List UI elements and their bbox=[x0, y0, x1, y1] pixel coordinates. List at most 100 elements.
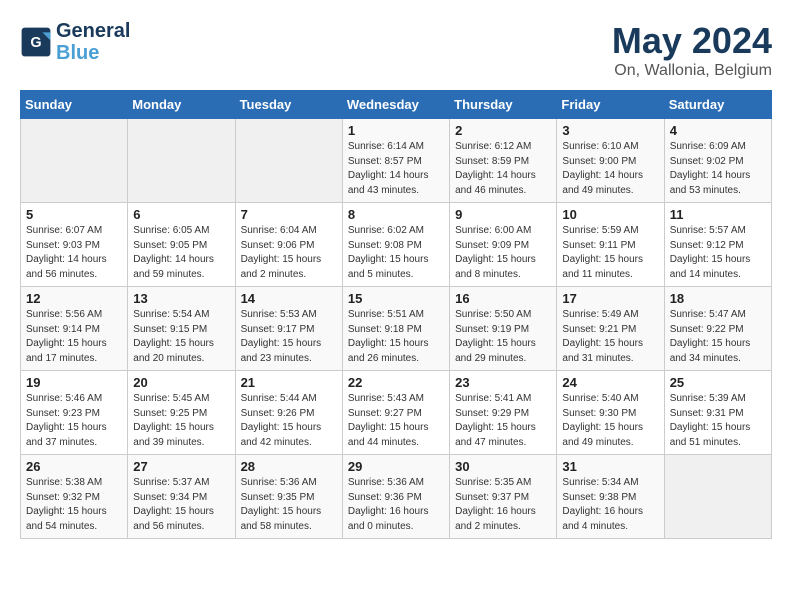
calendar-cell: 29 Sunrise: 5:36 AMSunset: 9:36 PMDayligh… bbox=[342, 455, 449, 539]
day-number: 9 bbox=[455, 207, 551, 222]
calendar-cell: 7Sunrise: 6:04 AMSunset: 9:06 PMDaylight… bbox=[235, 203, 342, 287]
calendar-cell: 5 Sunrise: 6:07 AMSunset: 9:03 PMDaylight… bbox=[21, 203, 128, 287]
day-number: 29 bbox=[348, 459, 444, 474]
day-number: 2 bbox=[455, 123, 551, 138]
day-number: 21 bbox=[241, 375, 337, 390]
day-info: Sunrise: 6:05 AMSunset: 9:05 PMDaylight:… bbox=[133, 224, 229, 282]
weekday-header-monday: Monday bbox=[128, 91, 235, 119]
day-info: Sunrise: 5:36 AMSunset: 9:35 PMDaylight:… bbox=[241, 476, 337, 534]
calendar-cell: 25Sunrise: 5:39 AMSunset: 9:31 PMDayligh… bbox=[664, 371, 771, 455]
day-info: Sunrise: 5:54 AMSunset: 9:15 PMDaylight:… bbox=[133, 308, 229, 366]
day-info: Sunrise: 5:40 AMSunset: 9:30 PMDaylight:… bbox=[562, 392, 658, 450]
day-number: 22 bbox=[348, 375, 444, 390]
calendar-cell: 17Sunrise: 5:49 AMSunset: 9:21 PMDayligh… bbox=[557, 287, 664, 371]
day-number: 25 bbox=[670, 375, 766, 390]
day-info: Sunrise: 6:04 AMSunset: 9:06 PMDaylight:… bbox=[241, 224, 337, 282]
day-number: 24 bbox=[562, 375, 658, 390]
calendar-cell: 24 Sunrise: 5:40 AMSunset: 9:30 PMDayligh… bbox=[557, 371, 664, 455]
calendar-week-row: 5 Sunrise: 6:07 AMSunset: 9:03 PMDaylight… bbox=[21, 203, 772, 287]
logo-icon: G bbox=[20, 26, 52, 58]
calendar-cell: 30Sunrise: 5:35 AMSunset: 9:37 PMDayligh… bbox=[450, 455, 557, 539]
calendar-cell bbox=[21, 119, 128, 203]
calendar-table: SundayMondayTuesdayWednesdayThursdayFrid… bbox=[20, 90, 772, 539]
day-number: 19 bbox=[26, 375, 122, 390]
day-number: 31 bbox=[562, 459, 658, 474]
calendar-week-row: 1 Sunrise: 6:14 AMSunset: 8:57 PMDaylight… bbox=[21, 119, 772, 203]
day-info: Sunrise: 5:35 AMSunset: 9:37 PMDaylight:… bbox=[455, 476, 551, 534]
calendar-cell: 22Sunrise: 5:43 AMSunset: 9:27 PMDayligh… bbox=[342, 371, 449, 455]
weekday-header-row: SundayMondayTuesdayWednesdayThursdayFrid… bbox=[21, 91, 772, 119]
weekday-header-tuesday: Tuesday bbox=[235, 91, 342, 119]
calendar-cell: 26 Sunrise: 5:38 AMSunset: 9:32 PMDayligh… bbox=[21, 455, 128, 539]
day-info: Sunrise: 6:00 AMSunset: 9:09 PMDaylight:… bbox=[455, 224, 551, 282]
day-info: Sunrise: 5:46 AMSunset: 9:23 PMDaylight:… bbox=[26, 392, 122, 450]
calendar-cell bbox=[664, 455, 771, 539]
logo-text: General Blue bbox=[56, 20, 130, 64]
day-info: Sunrise: 6:10 AMSunset: 9:00 PMDaylight:… bbox=[562, 140, 658, 198]
calendar-cell: 2 Sunrise: 6:12 AMSunset: 8:59 PMDaylight… bbox=[450, 119, 557, 203]
day-info: Sunrise: 5:50 AMSunset: 9:19 PMDaylight:… bbox=[455, 308, 551, 366]
calendar-cell: 3 Sunrise: 6:10 AMSunset: 9:00 PMDaylight… bbox=[557, 119, 664, 203]
calendar-cell: 21Sunrise: 5:44 AMSunset: 9:26 PMDayligh… bbox=[235, 371, 342, 455]
calendar-week-row: 12 Sunrise: 5:56 AMSunset: 9:14 PMDayligh… bbox=[21, 287, 772, 371]
day-number: 18 bbox=[670, 291, 766, 306]
day-info: Sunrise: 6:12 AMSunset: 8:59 PMDaylight:… bbox=[455, 140, 551, 198]
day-info: Sunrise: 6:09 AMSunset: 9:02 PMDaylight:… bbox=[670, 140, 766, 198]
calendar-cell bbox=[128, 119, 235, 203]
day-number: 12 bbox=[26, 291, 122, 306]
page-header: G General Blue May 2024 On, Wallonia, Be… bbox=[20, 20, 772, 80]
day-info: Sunrise: 5:56 AMSunset: 9:14 PMDaylight:… bbox=[26, 308, 122, 366]
svg-text:G: G bbox=[30, 35, 41, 51]
calendar-cell: 19 Sunrise: 5:46 AMSunset: 9:23 PMDayligh… bbox=[21, 371, 128, 455]
weekday-header-saturday: Saturday bbox=[664, 91, 771, 119]
day-info: Sunrise: 6:14 AMSunset: 8:57 PMDaylight:… bbox=[348, 140, 444, 198]
calendar-cell: 15Sunrise: 5:51 AMSunset: 9:18 PMDayligh… bbox=[342, 287, 449, 371]
calendar-title: May 2024 bbox=[612, 20, 772, 62]
day-info: Sunrise: 5:36 AMSunset: 9:36 PMDaylight:… bbox=[348, 476, 444, 534]
weekday-header-friday: Friday bbox=[557, 91, 664, 119]
day-info: Sunrise: 5:51 AMSunset: 9:18 PMDaylight:… bbox=[348, 308, 444, 366]
day-info: Sunrise: 5:47 AMSunset: 9:22 PMDaylight:… bbox=[670, 308, 766, 366]
calendar-cell: 6 Sunrise: 6:05 AMSunset: 9:05 PMDaylight… bbox=[128, 203, 235, 287]
day-info: Sunrise: 5:57 AMSunset: 9:12 PMDaylight:… bbox=[670, 224, 766, 282]
calendar-cell: 23 Sunrise: 5:41 AMSunset: 9:29 PMDayligh… bbox=[450, 371, 557, 455]
day-number: 14 bbox=[241, 291, 337, 306]
day-number: 8 bbox=[348, 207, 444, 222]
day-info: Sunrise: 5:53 AMSunset: 9:17 PMDaylight:… bbox=[241, 308, 337, 366]
day-info: Sunrise: 5:45 AMSunset: 9:25 PMDaylight:… bbox=[133, 392, 229, 450]
calendar-cell: 28 Sunrise: 5:36 AMSunset: 9:35 PMDayligh… bbox=[235, 455, 342, 539]
calendar-cell: 1 Sunrise: 6:14 AMSunset: 8:57 PMDaylight… bbox=[342, 119, 449, 203]
calendar-cell: 8Sunrise: 6:02 AMSunset: 9:08 PMDaylight… bbox=[342, 203, 449, 287]
day-info: Sunrise: 5:37 AMSunset: 9:34 PMDaylight:… bbox=[133, 476, 229, 534]
day-number: 28 bbox=[241, 459, 337, 474]
calendar-cell: 20Sunrise: 5:45 AMSunset: 9:25 PMDayligh… bbox=[128, 371, 235, 455]
calendar-cell: 13 Sunrise: 5:54 AMSunset: 9:15 PMDayligh… bbox=[128, 287, 235, 371]
calendar-cell: 10 Sunrise: 5:59 AMSunset: 9:11 PMDayligh… bbox=[557, 203, 664, 287]
weekday-header-thursday: Thursday bbox=[450, 91, 557, 119]
day-number: 6 bbox=[133, 207, 229, 222]
day-number: 10 bbox=[562, 207, 658, 222]
day-info: Sunrise: 5:59 AMSunset: 9:11 PMDaylight:… bbox=[562, 224, 658, 282]
day-number: 23 bbox=[455, 375, 551, 390]
day-info: Sunrise: 5:38 AMSunset: 9:32 PMDaylight:… bbox=[26, 476, 122, 534]
day-number: 5 bbox=[26, 207, 122, 222]
day-number: 26 bbox=[26, 459, 122, 474]
day-number: 17 bbox=[562, 291, 658, 306]
day-info: Sunrise: 5:41 AMSunset: 9:29 PMDaylight:… bbox=[455, 392, 551, 450]
day-number: 3 bbox=[562, 123, 658, 138]
calendar-cell: 31 Sunrise: 5:34 AMSunset: 9:38 PMDayligh… bbox=[557, 455, 664, 539]
day-number: 1 bbox=[348, 123, 444, 138]
day-number: 4 bbox=[670, 123, 766, 138]
calendar-cell bbox=[235, 119, 342, 203]
calendar-subtitle: On, Wallonia, Belgium bbox=[612, 62, 772, 80]
day-info: Sunrise: 6:07 AMSunset: 9:03 PMDaylight:… bbox=[26, 224, 122, 282]
title-block: May 2024 On, Wallonia, Belgium bbox=[612, 20, 772, 80]
calendar-cell: 27Sunrise: 5:37 AMSunset: 9:34 PMDayligh… bbox=[128, 455, 235, 539]
logo: G General Blue bbox=[20, 20, 130, 64]
calendar-cell: 4 Sunrise: 6:09 AMSunset: 9:02 PMDaylight… bbox=[664, 119, 771, 203]
calendar-week-row: 19 Sunrise: 5:46 AMSunset: 9:23 PMDayligh… bbox=[21, 371, 772, 455]
day-info: Sunrise: 5:34 AMSunset: 9:38 PMDaylight:… bbox=[562, 476, 658, 534]
calendar-cell: 18 Sunrise: 5:47 AMSunset: 9:22 PMDayligh… bbox=[664, 287, 771, 371]
day-number: 13 bbox=[133, 291, 229, 306]
calendar-cell: 16Sunrise: 5:50 AMSunset: 9:19 PMDayligh… bbox=[450, 287, 557, 371]
